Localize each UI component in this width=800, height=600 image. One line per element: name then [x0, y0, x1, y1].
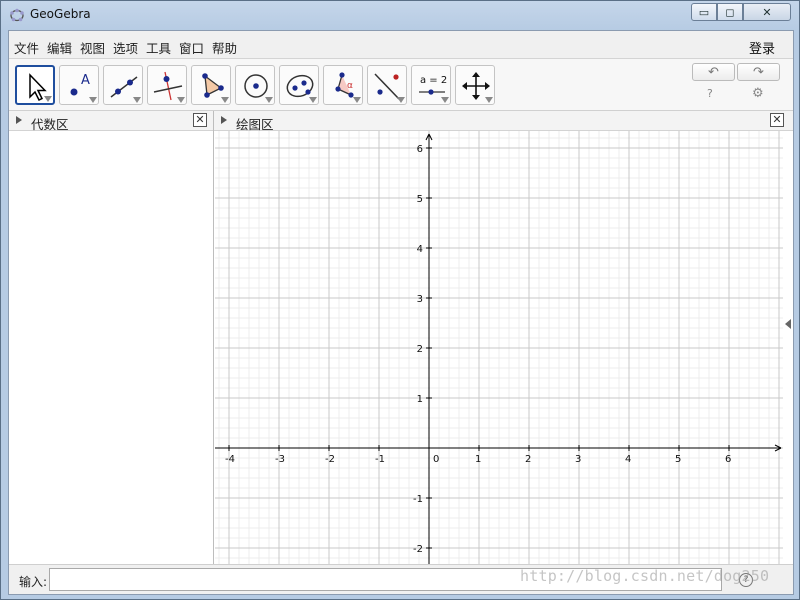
client-area: 文件 编辑 视图 选项 工具 窗口 帮助 登录 A α a = 2 ↶ ↷ ? …	[8, 30, 794, 595]
menu-help[interactable]: 帮助	[212, 38, 237, 57]
collapse-sidebar-arrow-icon[interactable]	[785, 319, 791, 329]
x-tick-label: 5	[675, 454, 681, 465]
angle-tool-letter: α	[347, 81, 353, 91]
close-icon: ✕	[762, 5, 772, 19]
redo-icon: ↷	[753, 64, 764, 80]
expand-arrow-icon[interactable]	[16, 116, 22, 124]
menu-window[interactable]: 窗口	[179, 38, 204, 57]
menu-tools[interactable]: 工具	[146, 38, 171, 57]
y-tick-label: 3	[417, 294, 423, 305]
minimize-icon: ▭	[698, 5, 710, 19]
y-tick-label: 2	[417, 344, 423, 355]
undo-icon: ↶	[708, 64, 719, 80]
x-tick-label: -2	[325, 454, 335, 465]
input-label: 输入:	[19, 575, 48, 589]
tool-move[interactable]	[15, 65, 55, 105]
help-icon[interactable]: ?	[707, 87, 713, 100]
window-title: GeoGebra	[30, 7, 91, 21]
geogebra-logo-icon	[10, 8, 24, 22]
close-graphics-view-button[interactable]: ✕	[770, 113, 784, 127]
graphics-view[interactable]: -4 -3 -2 -1 0 1 2 3 4 5 6 6 5 4 3 2 1 -1 -2	[215, 131, 783, 564]
maximize-button[interactable]: ◻	[717, 3, 743, 21]
x-tick-label: 4	[625, 454, 631, 465]
tool-reflect[interactable]	[367, 65, 407, 105]
close-algebra-view-button[interactable]: ✕	[193, 113, 207, 127]
y-tick-label: -2	[413, 544, 423, 555]
algebra-view[interactable]	[9, 131, 213, 564]
tool-slider[interactable]: a = 2	[411, 65, 451, 105]
tool-point[interactable]: A	[59, 65, 99, 105]
toolbar: A α a = 2 ↶ ↷ ? ⚙	[9, 59, 793, 111]
algebra-view-header: 代数区 ✕	[9, 111, 213, 132]
menu-edit[interactable]: 编辑	[47, 38, 72, 57]
y-tick-label: 4	[417, 244, 423, 255]
login-link[interactable]: 登录	[749, 38, 775, 57]
watermark: http://blog.csdn.net/dog250	[520, 567, 770, 585]
app-window: GeoGebra ▭ ◻ ✕ 文件 编辑 视图 选项 工具 窗口 帮助 登录 A…	[0, 0, 800, 600]
tool-move-view[interactable]	[455, 65, 495, 105]
menu-view[interactable]: 视图	[80, 38, 105, 57]
maximize-icon: ◻	[725, 5, 735, 19]
x-tick-label: -1	[375, 454, 385, 465]
tool-ellipse[interactable]	[279, 65, 319, 105]
point-tool-letter: A	[81, 73, 90, 88]
tool-angle[interactable]: α	[323, 65, 363, 105]
graphics-view-header: 绘图区 ✕	[214, 111, 793, 132]
x-tick-label: -3	[275, 454, 285, 465]
panel-splitter[interactable]	[213, 111, 214, 564]
y-tick-label: -1	[413, 494, 423, 505]
x-tick-label: -4	[225, 454, 235, 465]
settings-gear-icon[interactable]: ⚙	[752, 86, 764, 101]
undo-button[interactable]: ↶	[692, 63, 735, 81]
title-bar[interactable]: GeoGebra ▭ ◻ ✕	[1, 1, 799, 29]
menu-file[interactable]: 文件	[14, 38, 39, 57]
x-tick-label: 6	[725, 454, 731, 465]
y-tick-label: 5	[417, 194, 423, 205]
x-tick-label: 1	[475, 454, 481, 465]
slider-tool-letter: a = 2	[420, 75, 447, 86]
y-tick-label: 1	[417, 394, 423, 405]
y-tick-label: 6	[417, 144, 423, 155]
tool-polygon[interactable]	[191, 65, 231, 105]
tool-perpendicular[interactable]	[147, 65, 187, 105]
coordinate-grid[interactable]: -4 -3 -2 -1 0 1 2 3 4 5 6 6 5 4 3 2 1 -1 -2	[215, 131, 783, 564]
close-window-button[interactable]: ✕	[743, 3, 791, 21]
x-tick-label: 2	[525, 454, 531, 465]
x-tick-label: 0	[433, 454, 439, 465]
minimize-button[interactable]: ▭	[691, 3, 717, 21]
tool-line[interactable]	[103, 65, 143, 105]
expand-arrow-icon[interactable]	[221, 116, 227, 124]
menu-bar: 文件 编辑 视图 选项 工具 窗口 帮助 登录	[9, 31, 793, 59]
tool-circle[interactable]	[235, 65, 275, 105]
x-tick-label: 3	[575, 454, 581, 465]
redo-button[interactable]: ↷	[737, 63, 780, 81]
menu-options[interactable]: 选项	[113, 38, 138, 57]
